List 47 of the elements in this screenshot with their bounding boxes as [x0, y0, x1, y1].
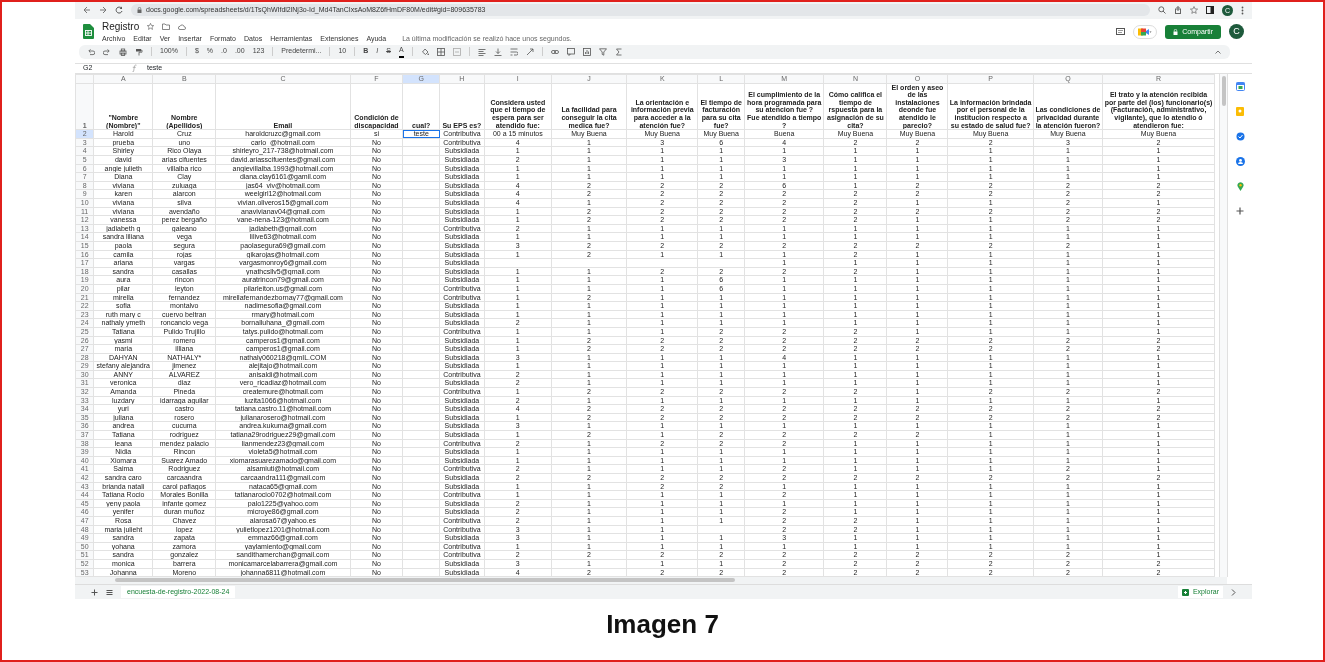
- add-icon[interactable]: [1236, 206, 1244, 215]
- search-icon[interactable]: [1158, 6, 1166, 15]
- video-call-icon: [1138, 27, 1153, 36]
- lock-icon: [137, 7, 142, 14]
- rotate-icon[interactable]: [525, 47, 534, 56]
- valign-icon[interactable]: [493, 47, 502, 56]
- filter-icon[interactable]: [598, 47, 607, 56]
- add-sheet-icon[interactable]: [91, 588, 98, 596]
- chart-icon[interactable]: [582, 47, 591, 56]
- cloud-icon[interactable]: [178, 23, 187, 30]
- fill-color-icon[interactable]: [420, 47, 429, 56]
- sidebar-icon[interactable]: [1206, 6, 1214, 15]
- folder-icon[interactable]: [162, 23, 171, 31]
- back-icon[interactable]: [83, 6, 91, 15]
- print-icon[interactable]: [119, 47, 127, 56]
- map-pin-icon[interactable]: [1236, 181, 1244, 191]
- scrollbar-thumb[interactable]: [115, 578, 735, 583]
- lock-icon: [1173, 28, 1179, 35]
- forward-icon[interactable]: [99, 6, 107, 15]
- meet-button[interactable]: [1133, 24, 1158, 39]
- star-icon[interactable]: [147, 23, 155, 31]
- calendar-icon[interactable]: [1235, 81, 1245, 91]
- more-icon[interactable]: [1241, 5, 1244, 15]
- function-icon: [131, 64, 139, 73]
- document-title[interactable]: Registro: [102, 19, 140, 35]
- contacts-icon[interactable]: [1235, 156, 1245, 166]
- caption: Imagen 7: [606, 608, 719, 641]
- paint-format-icon[interactable]: [135, 47, 143, 56]
- align-icon[interactable]: [477, 47, 486, 56]
- reload-icon[interactable]: [115, 6, 123, 15]
- link-icon[interactable]: [550, 47, 559, 56]
- sheets-logo-icon[interactable]: [83, 24, 94, 40]
- star-icon[interactable]: [1190, 6, 1198, 15]
- task-icon[interactable]: [1235, 131, 1245, 141]
- sum-icon[interactable]: [614, 47, 623, 56]
- wrap-icon[interactable]: [509, 47, 518, 56]
- undo-icon[interactable]: [87, 47, 95, 56]
- redo-icon[interactable]: [103, 47, 111, 56]
- all-sheets-icon[interactable]: [106, 588, 113, 596]
- account-avatar[interactable]: C: [1229, 24, 1244, 40]
- explore-icon: [1181, 588, 1189, 596]
- comment-icon[interactable]: [1116, 27, 1126, 36]
- comment-icon[interactable]: [566, 47, 575, 56]
- scrollbar-thumb[interactable]: [1221, 75, 1226, 106]
- chevron-right-icon[interactable]: [1231, 588, 1236, 596]
- share-icon[interactable]: [1174, 6, 1182, 15]
- borders-icon[interactable]: [436, 47, 445, 56]
